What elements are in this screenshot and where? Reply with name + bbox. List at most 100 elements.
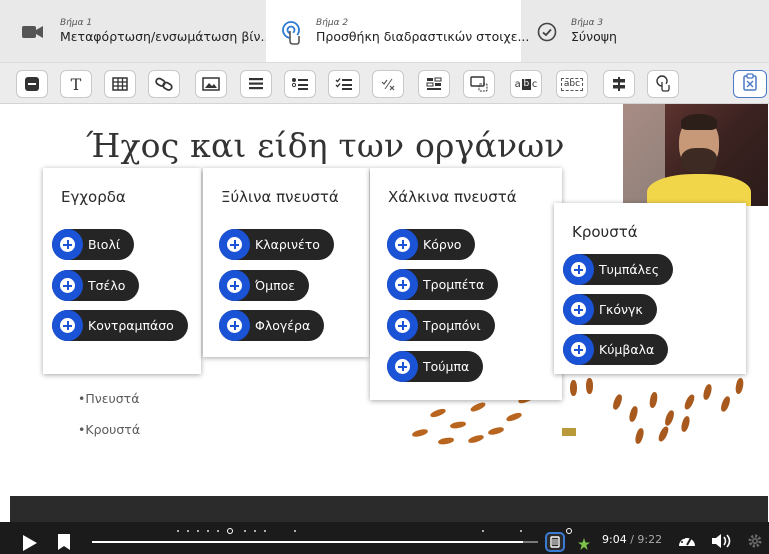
step-label: Προσθήκη διαδραστικών στοιχε... <box>316 29 530 44</box>
instrument-button[interactable]: Βιολί <box>52 229 135 260</box>
speed-icon <box>679 537 695 546</box>
instrument-button[interactable]: Κοντραμπάσο <box>52 310 188 341</box>
interactive-video-editor: Βήμα 1 Μεταφόρτωση/ενσωμάτωση βίν... Βήμ… <box>0 0 769 554</box>
bookmarks-button[interactable] <box>58 534 70 554</box>
instrument-button[interactable]: Κόρνο <box>387 229 476 260</box>
link-tool-button[interactable] <box>148 70 180 98</box>
instrument-label: Κύμβαλα <box>599 342 655 357</box>
plus-icon <box>563 294 594 325</box>
settings-button[interactable] <box>747 533 763 553</box>
time-display: 9:04 / 9:22 <box>602 533 663 546</box>
volume-button[interactable] <box>711 533 733 553</box>
step-number: Βήμα 2 <box>316 18 349 28</box>
statements-tool-button[interactable] <box>240 70 272 98</box>
label-icon <box>24 76 40 92</box>
instrument-button[interactable]: Τσέλο <box>52 270 140 301</box>
interaction-marker-icon <box>545 532 565 552</box>
instrument-button[interactable]: Γκόνγκ <box>563 294 657 325</box>
step-1-tab[interactable]: Βήμα 1 Μεταφόρτωση/ενσωμάτωση βίν... <box>0 0 272 62</box>
instrument-label: Κοντραμπάσο <box>88 318 174 333</box>
video-camera-icon <box>22 24 44 44</box>
plus-icon <box>52 229 83 260</box>
step-number: Βήμα 3 <box>571 18 604 28</box>
touch-icon <box>280 21 302 49</box>
instrument-button[interactable]: Τυμπάλες <box>563 254 674 285</box>
true-false-tool-button[interactable] <box>372 70 404 98</box>
image-icon <box>202 77 220 91</box>
total-time: 9:22 <box>637 533 663 546</box>
slide-bullet: •Πνευστά <box>78 391 140 406</box>
card-title: Εγχορδα <box>61 188 126 206</box>
instrument-label: Τούμπα <box>423 359 470 374</box>
instrument-label: Γκόνγκ <box>599 302 643 317</box>
instrument-button[interactable]: Όμποε <box>219 270 310 301</box>
instrument-label: Κόρνο <box>423 237 462 252</box>
current-time: 9:04 <box>602 533 627 546</box>
true-false-icon <box>380 77 396 91</box>
instrument-label: Τρομπόνι <box>423 318 481 333</box>
category-card-brass: Χάλκινα πνευστά Κόρνο Τρομπέτα Τρομπόνι … <box>370 168 562 400</box>
crossroads-tool-button[interactable] <box>603 70 635 98</box>
instrument-button[interactable]: Τούμπα <box>387 351 484 382</box>
list-icon <box>248 77 264 91</box>
plus-icon <box>563 254 594 285</box>
step-label: Μεταφόρτωση/ενσωμάτωση βίν... <box>60 29 273 44</box>
instrument-label: Τρομπέτα <box>423 277 485 292</box>
instrument-button[interactable]: Τρομπέτα <box>387 269 499 300</box>
gear-icon <box>748 534 762 548</box>
text-tool-button[interactable]: T <box>60 70 92 98</box>
webcam-overlay <box>623 104 768 206</box>
fill-blanks-tool-button[interactable] <box>418 70 450 98</box>
label-tool-button[interactable] <box>16 70 48 98</box>
playback-speed-button[interactable] <box>677 532 697 554</box>
wizard-steps: Βήμα 1 Μεταφόρτωση/ενσωμάτωση βίν... Βήμ… <box>0 0 769 62</box>
category-card-woodwinds: Ξύλινα πνευστά Κλαρινέτο Όμποε Φλογέρα <box>203 168 369 357</box>
plus-icon <box>52 270 83 301</box>
step-3-tab[interactable]: Βήμα 3 Σύνοψη <box>521 0 769 62</box>
plus-icon <box>387 310 418 341</box>
plus-icon <box>219 229 250 260</box>
mark-words-icon: abc <box>514 78 538 90</box>
instrument-button[interactable]: Τρομπόνι <box>387 310 495 341</box>
plus-icon <box>219 270 250 301</box>
check-circle-icon <box>537 22 557 46</box>
fill-blanks-icon <box>426 77 442 91</box>
text-icon: T <box>70 74 82 94</box>
navigation-hotspot-tool-button[interactable] <box>647 70 679 98</box>
table-tool-button[interactable] <box>104 70 136 98</box>
instrument-label: Τσέλο <box>88 278 126 293</box>
play-icon <box>23 535 37 551</box>
interaction-marker-button[interactable] <box>545 532 565 554</box>
drag-text-icon: abc <box>560 77 584 91</box>
multiple-choice-tool-button[interactable] <box>328 70 360 98</box>
step-2-tab[interactable]: Βήμα 2 Προσθήκη διαδραστικών στοιχε... <box>266 0 529 62</box>
table-icon <box>112 77 128 91</box>
play-button[interactable] <box>22 534 38 554</box>
plus-icon <box>387 229 418 260</box>
volume-icon <box>712 534 731 548</box>
instrument-button[interactable]: Φλογέρα <box>219 310 325 341</box>
drag-drop-tool-button[interactable] <box>463 70 495 98</box>
card-title: Χάλκινα πνευστά <box>388 188 517 206</box>
mark-words-tool-button[interactable]: abc <box>510 70 542 98</box>
category-card-percussion: Κρουστά Τυμπάλες Γκόνγκ Κύμβαλα <box>554 203 746 374</box>
drag-text-tool-button[interactable]: abc <box>556 70 588 98</box>
summary-tool-button[interactable] <box>733 70 767 98</box>
single-choice-icon <box>291 77 309 91</box>
interaction-toolbar: T abc abc <box>0 62 769 104</box>
plus-icon <box>219 310 250 341</box>
single-choice-tool-button[interactable] <box>284 70 316 98</box>
plus-icon <box>563 334 594 365</box>
hotspot-icon <box>655 75 671 93</box>
video-bottom-strip <box>10 496 768 522</box>
video-frame[interactable]: Ήχος και είδη των οργάνων •Πνευστά •Κρου… <box>10 104 768 496</box>
star-marker-icon <box>578 535 590 554</box>
link-icon <box>155 77 173 91</box>
instrument-button[interactable]: Κλαρινέτο <box>219 229 334 260</box>
image-tool-button[interactable] <box>195 70 227 98</box>
category-card-strings: Εγχορδα Βιολί Τσέλο Κοντραμπάσο <box>43 168 201 374</box>
slide-bullet: •Κρουστά <box>78 422 141 437</box>
progress-handle[interactable] <box>566 528 572 534</box>
multiple-choice-icon <box>335 77 353 91</box>
instrument-button[interactable]: Κύμβαλα <box>563 334 669 365</box>
